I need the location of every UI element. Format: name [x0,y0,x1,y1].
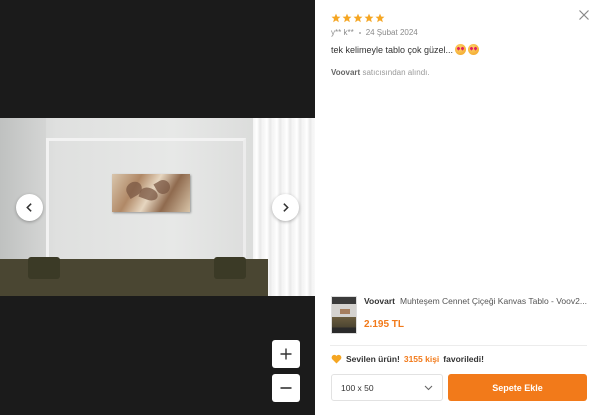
star-icon [375,13,385,23]
prev-image-button[interactable] [16,194,43,221]
star-icon [353,13,363,23]
product-price: 2.195 TL [364,319,405,330]
review-comment: tek kelimeyle tablo çok güzel... [331,44,480,55]
size-select[interactable]: 100 x 50 [331,374,443,401]
image-gallery [0,0,315,415]
zoom-out-button[interactable] [272,374,300,402]
favorite-info: Sevilen ürün! 3155 kişi favoriledi! [331,354,484,364]
add-to-cart-button[interactable]: Sepete Ekle [448,374,587,401]
divider [330,345,587,346]
minus-icon [280,387,292,389]
rating-stars [331,13,385,23]
review-date: 24 Şubat 2024 [365,28,418,37]
canvas-painting [112,174,190,212]
review-photo [0,118,315,296]
product-card[interactable]: Voovart Muhteşem Cennet Çiçeği Kanvas Ta… [330,294,590,338]
star-icon [331,13,341,23]
close-icon[interactable] [578,9,590,21]
plus-icon [280,348,292,360]
favorite-label: Sevilen ürün! [346,354,400,364]
chevron-left-icon [26,203,32,212]
seller-note: Voovart satıcısından alındı. [331,68,430,77]
star-icon [342,13,352,23]
review-author: y** k** [331,28,354,37]
heart-icon [331,354,342,364]
review-text: tek kelimeyle tablo çok güzel... [331,44,454,55]
star-struck-emoji-icon [455,44,467,55]
product-brand: Voovart [364,296,396,306]
seller-name[interactable]: Voovart [331,68,360,77]
review-meta: y** k** 24 Şubat 2024 [331,28,418,37]
star-struck-emoji-icon [468,44,480,55]
size-select-value: 100 x 50 [341,382,374,393]
next-image-button[interactable] [272,194,299,221]
zoom-in-button[interactable] [272,340,300,368]
favorite-suffix: favoriledi! [443,354,484,364]
product-thumbnail[interactable] [331,296,357,334]
review-panel: y** k** 24 Şubat 2024 tek kelimeyle tabl… [315,0,600,415]
favorite-count: 3155 kişi [403,354,440,364]
chevron-down-icon [424,385,433,391]
product-name[interactable]: Muhteşem Cennet Çiçeği Kanvas Tablo - Vo… [400,296,590,306]
star-icon [364,13,374,23]
chevron-right-icon [283,203,289,212]
